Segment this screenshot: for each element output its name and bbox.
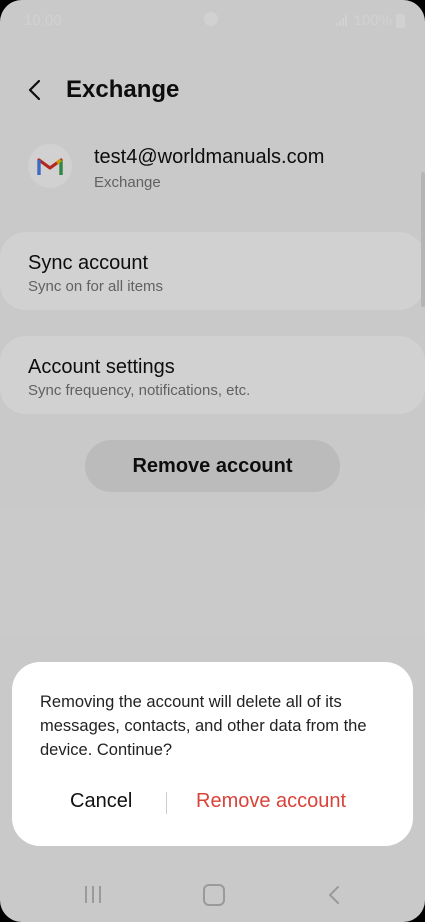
status-bar: 10.00 100% bbox=[0, 0, 425, 40]
sync-account-subtitle: Sync on for all items bbox=[28, 278, 164, 295]
scrollbar[interactable] bbox=[421, 172, 425, 307]
recent-apps-icon[interactable] bbox=[85, 886, 101, 903]
account-settings-subtitle: Sync frequency, notifications, etc. bbox=[28, 382, 251, 399]
page-title: Exchange bbox=[66, 76, 180, 103]
dialog-cancel-button[interactable]: Cancel bbox=[70, 790, 132, 813]
battery-percent: 100% bbox=[353, 12, 392, 29]
camera-cutout bbox=[204, 12, 218, 26]
dialog-message: Removing the account will delete all of … bbox=[40, 693, 367, 759]
account-settings-title: Account settings bbox=[28, 356, 175, 378]
status-time: 10.00 bbox=[24, 12, 62, 29]
dialog-button-divider bbox=[166, 792, 167, 814]
account-type: Exchange bbox=[94, 174, 161, 191]
phone-screen: 10.00 100% Exchange test4@worldmanuals.c… bbox=[0, 0, 425, 922]
account-header: test4@worldmanuals.com Exchange bbox=[28, 142, 397, 202]
navigation-bar bbox=[0, 872, 425, 922]
account-email: test4@worldmanuals.com bbox=[94, 146, 325, 168]
account-settings-card[interactable]: Account settings Sync frequency, notific… bbox=[0, 336, 425, 414]
home-icon[interactable] bbox=[203, 884, 225, 906]
app-header: Exchange bbox=[24, 70, 401, 110]
back-arrow-icon[interactable] bbox=[24, 76, 48, 104]
nav-back-icon[interactable] bbox=[326, 884, 342, 906]
remove-account-dialog: Removing the account will delete all of … bbox=[12, 662, 413, 846]
status-right: 100% bbox=[335, 12, 405, 29]
dialog-confirm-remove-button[interactable]: Remove account bbox=[196, 790, 346, 813]
sync-account-card[interactable]: Sync account Sync on for all items bbox=[0, 232, 425, 310]
signal-icon bbox=[335, 15, 347, 26]
sync-account-title: Sync account bbox=[28, 252, 149, 274]
remove-account-button[interactable]: Remove account bbox=[85, 440, 340, 492]
gmail-icon bbox=[28, 144, 72, 188]
battery-icon bbox=[396, 13, 405, 28]
